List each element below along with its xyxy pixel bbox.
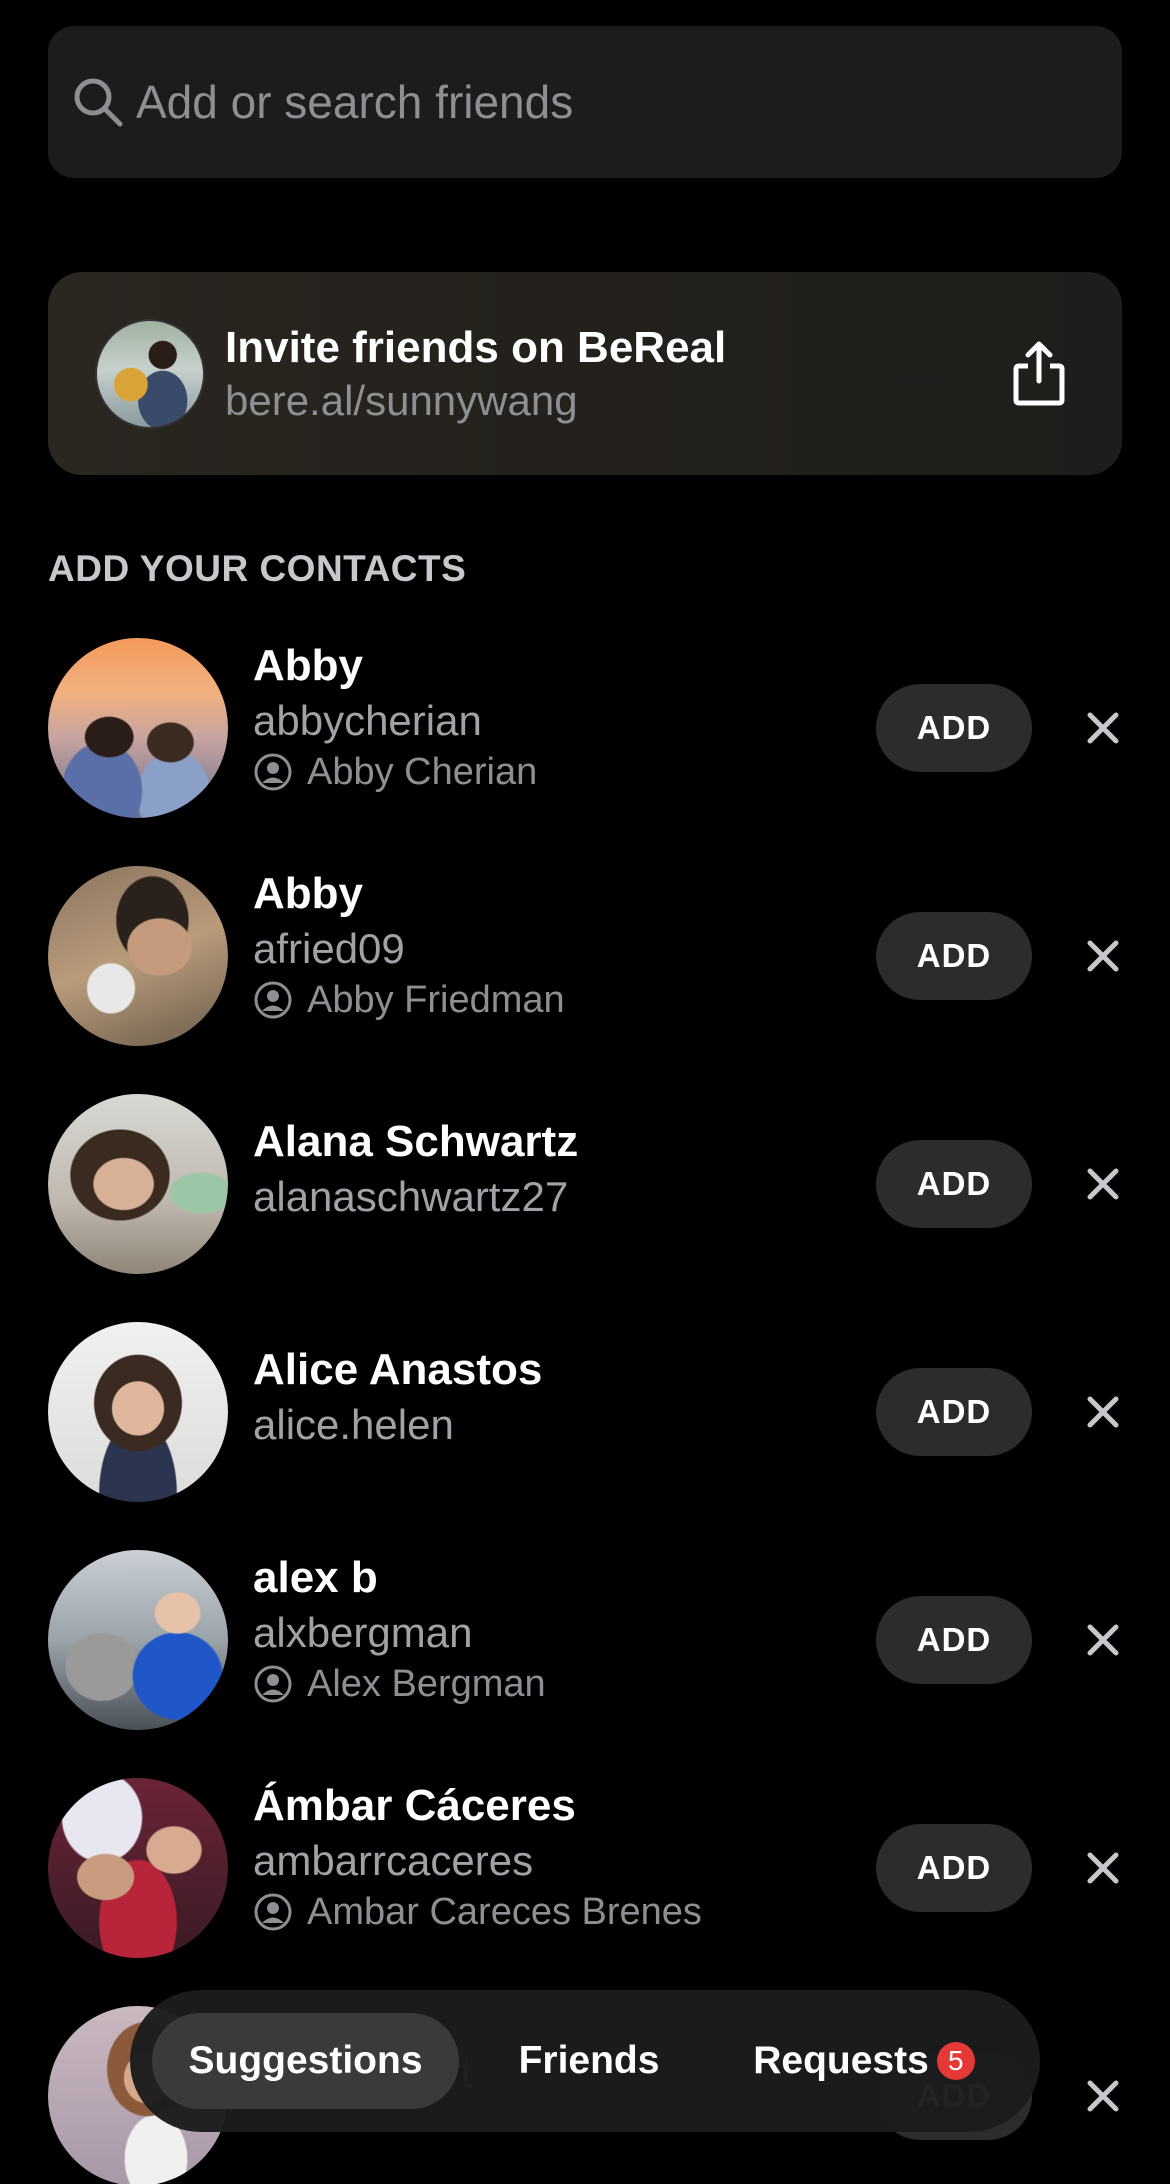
close-icon[interactable] (1083, 1164, 1123, 1204)
person-icon (254, 1893, 292, 1931)
invite-title: Invite friends on BeReal (225, 322, 727, 372)
close-icon[interactable] (1083, 2076, 1123, 2116)
invite-link: bere.al/sunnywang (225, 376, 578, 424)
add-button[interactable]: ADD (876, 1596, 1032, 1684)
contact-username: abbycherian (253, 697, 482, 744)
avatar (95, 318, 205, 429)
contact-source: Abby Friedman (253, 976, 565, 1024)
share-icon[interactable] (1004, 339, 1074, 409)
avatar (48, 866, 228, 1046)
tab-friends[interactable]: Friends (459, 2013, 719, 2109)
contact-username: afried09 (253, 925, 405, 972)
contact-book-name: Alex Bergman (307, 1663, 546, 1705)
close-icon[interactable] (1083, 1848, 1123, 1888)
close-icon[interactable] (1083, 708, 1123, 748)
invite-card[interactable]: Invite friends on BeReal bere.al/sunnywa… (48, 272, 1122, 475)
person-icon (254, 1665, 292, 1703)
add-button[interactable]: ADD (876, 1140, 1032, 1228)
contact-book-name: Abby Cherian (307, 751, 538, 793)
contact-book-name: Abby Friedman (307, 979, 565, 1021)
invite-text: Invite friends on BeReal bere.al/sunnywa… (225, 321, 1004, 427)
close-icon[interactable] (1083, 1392, 1123, 1432)
contact-name: alex b (253, 1553, 378, 1602)
tab-label: Requests (753, 2039, 929, 2082)
avatar (48, 1322, 228, 1502)
contact-source: Alex Bergman (253, 1660, 546, 1708)
contact-name: Ámbar Cáceres (253, 1781, 576, 1830)
contact-info: alex b alxbergman Alex Bergman (253, 1550, 546, 1708)
requests-count-badge: 5 (936, 2042, 975, 2080)
contact-row[interactable]: alex b alxbergman Alex Bergman ADD (0, 1550, 1170, 1730)
contact-book-name: Ambar Careces Brenes (307, 1891, 702, 1933)
contact-info: Alana Schwartz alanaschwartz27 (253, 1114, 578, 1224)
add-button[interactable]: ADD (876, 684, 1032, 772)
tab-requests[interactable]: Requests 5 (719, 2013, 1009, 2109)
contact-name: Abby (253, 869, 363, 918)
avatar (48, 1550, 228, 1730)
add-button[interactable]: ADD (876, 1824, 1032, 1912)
add-button[interactable]: ADD (876, 1368, 1032, 1456)
contact-username: ambarrcaceres (253, 1837, 534, 1884)
contact-row[interactable]: Abby abbycherian Abby Cherian ADD (0, 638, 1170, 818)
avatar (48, 1778, 228, 1958)
person-icon (254, 753, 292, 791)
search-input[interactable] (136, 75, 1036, 129)
contact-row[interactable]: Abby afried09 Abby Friedman ADD (0, 866, 1170, 1046)
avatar (48, 638, 228, 818)
tab-suggestions[interactable]: Suggestions (152, 2013, 459, 2109)
avatar (48, 1094, 228, 1274)
search-bar[interactable] (48, 26, 1122, 178)
contact-row[interactable]: Alice Anastos alice.helen ADD (0, 1322, 1170, 1502)
contact-username: alice.helen (253, 1401, 454, 1448)
contact-username: alxbergman (253, 1609, 473, 1656)
tab-label: Suggestions (188, 2039, 423, 2082)
tab-label: Friends (518, 2039, 660, 2082)
contact-info: Abby afried09 Abby Friedman (253, 866, 565, 1024)
bottom-tab-bar: Suggestions Friends Requests 5 (130, 1990, 1040, 2132)
search-icon (74, 78, 123, 127)
person-icon (254, 981, 292, 1019)
contact-name: Alice Anastos (253, 1345, 543, 1394)
add-button[interactable]: ADD (876, 912, 1032, 1000)
contact-row[interactable]: Alana Schwartz alanaschwartz27 ADD (0, 1094, 1170, 1274)
contact-name: Abby (253, 641, 363, 690)
close-icon[interactable] (1083, 936, 1123, 976)
add-friends-screen: Invite friends on BeReal bere.al/sunnywa… (0, 0, 1170, 2184)
contact-name: Alana Schwartz (253, 1117, 579, 1166)
contact-username: alanaschwartz27 (253, 1173, 569, 1220)
close-icon[interactable] (1083, 1620, 1123, 1660)
contact-info: Alice Anastos alice.helen (253, 1342, 542, 1452)
contact-source: Abby Cherian (253, 748, 537, 796)
contact-info: Ámbar Cáceres ambarrcaceres Ambar Carece… (253, 1778, 702, 1936)
contact-row[interactable]: Ámbar Cáceres ambarrcaceres Ambar Carece… (0, 1778, 1170, 1958)
contact-source: Ambar Careces Brenes (253, 1888, 702, 1936)
section-title: ADD YOUR CONTACTS (48, 548, 467, 589)
contact-info: Abby abbycherian Abby Cherian (253, 638, 537, 796)
